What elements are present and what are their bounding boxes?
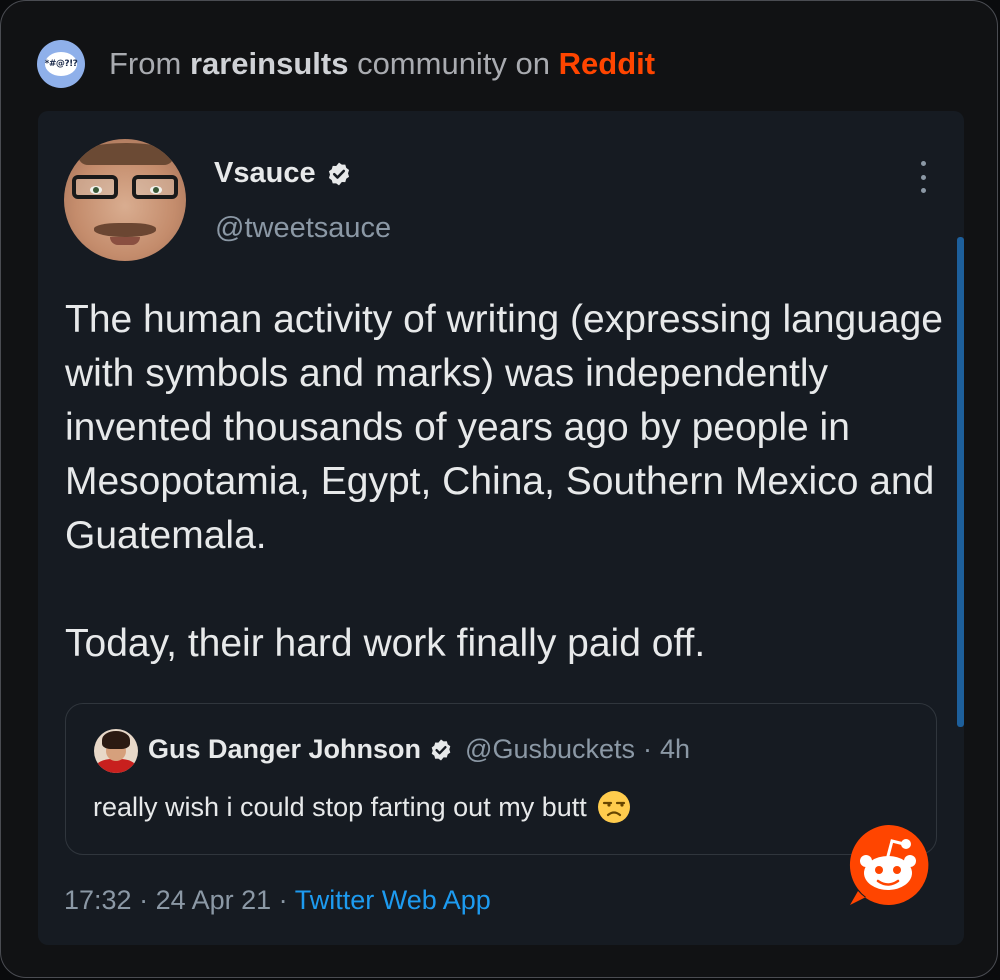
quoted-author-name[interactable]: Gus Danger Johnson [148, 734, 421, 765]
author-handle[interactable]: @tweetsauce [215, 212, 391, 245]
quoted-tweet[interactable]: Gus Danger Johnson @Gusbuckets · 4h real… [65, 703, 937, 855]
tweet-body: The human activity of writing (expressin… [65, 293, 945, 671]
separator-dot: · [131, 885, 156, 915]
scroll-accent [957, 237, 964, 727]
author-row: Vsauce [214, 157, 352, 190]
quoted-handle[interactable]: @Gusbuckets [465, 734, 635, 765]
source-app-link[interactable]: Twitter Web App [295, 885, 491, 915]
source-label: From rareinsults community on Reddit [109, 46, 655, 82]
source-prefix: From [109, 46, 190, 81]
more-options-icon[interactable] [918, 161, 928, 193]
unamused-face-icon [597, 791, 630, 823]
quoted-text: really wish i could stop farting out my … [93, 791, 587, 822]
community-name[interactable]: rareinsults [190, 46, 349, 81]
tweet-date[interactable]: 24 Apr 21 [156, 885, 272, 915]
source-bar: *#@?!? From rareinsults community on Red… [37, 39, 655, 89]
quoted-body: really wish i could stop farting out my … [93, 790, 631, 824]
tweet-meta: 17:32 · 24 Apr 21 · Twitter Web App [64, 885, 491, 916]
quoted-header: Gus Danger Johnson @Gusbuckets · 4h [148, 734, 690, 765]
share-frame: *#@?!? From rareinsults community on Red… [0, 0, 998, 978]
avatar[interactable] [64, 139, 186, 261]
separator-dot: · [643, 734, 653, 764]
verified-badge-icon [431, 739, 451, 760]
quoted-avatar[interactable] [94, 729, 138, 773]
platform-name[interactable]: Reddit [559, 46, 655, 81]
speech-bubble-icon: *#@?!? [37, 40, 85, 88]
verified-badge-icon [328, 162, 349, 185]
tweet-card: Vsauce @tweetsauce The human activity of… [38, 111, 964, 945]
tweet-time[interactable]: 17:32 [64, 885, 132, 915]
tweet-paragraph: Today, their hard work finally paid off. [65, 622, 706, 665]
tweet-paragraph: The human activity of writing (expressin… [65, 298, 943, 557]
separator-dot: · [271, 885, 295, 915]
source-middle: community on [348, 46, 559, 81]
community-icon-glyph: *#@?!? [45, 52, 78, 76]
author-name[interactable]: Vsauce [214, 157, 316, 190]
quoted-age: 4h [660, 734, 691, 764]
reddit-logo-icon[interactable] [844, 821, 932, 909]
